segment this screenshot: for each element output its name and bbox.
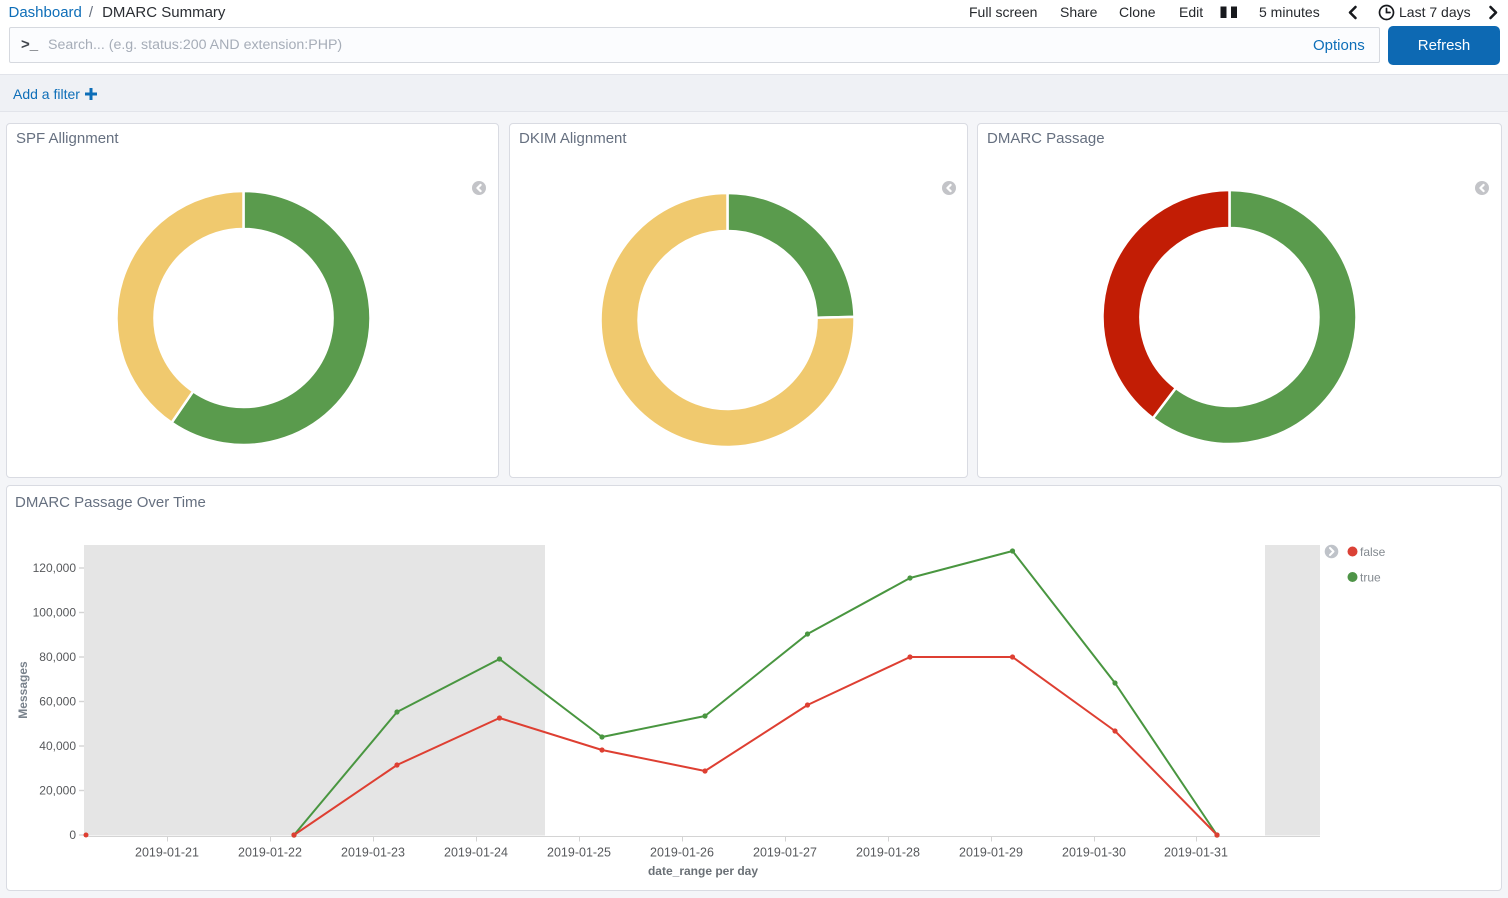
svg-text:Messages: Messages bbox=[16, 661, 30, 719]
svg-text:2019-01-29: 2019-01-29 bbox=[959, 846, 1023, 860]
svg-text:80,000: 80,000 bbox=[39, 650, 76, 664]
svg-text:date_range per day: date_range per day bbox=[648, 864, 758, 878]
svg-text:20,000: 20,000 bbox=[39, 784, 76, 798]
svg-text:100,000: 100,000 bbox=[33, 606, 77, 620]
svg-text:2019-01-23: 2019-01-23 bbox=[341, 846, 405, 860]
svg-text:40,000: 40,000 bbox=[39, 739, 76, 753]
svg-text:60,000: 60,000 bbox=[39, 695, 76, 709]
svg-text:2019-01-28: 2019-01-28 bbox=[856, 846, 920, 860]
svg-text:2019-01-30: 2019-01-30 bbox=[1062, 846, 1126, 860]
svg-text:true: true bbox=[1360, 571, 1381, 585]
svg-text:120,000: 120,000 bbox=[33, 561, 77, 575]
svg-text:false: false bbox=[1360, 545, 1386, 559]
svg-text:2019-01-26: 2019-01-26 bbox=[650, 846, 714, 860]
svg-text:2019-01-21: 2019-01-21 bbox=[135, 846, 199, 860]
svg-text:2019-01-25: 2019-01-25 bbox=[547, 846, 611, 860]
svg-text:2019-01-31: 2019-01-31 bbox=[1164, 846, 1228, 860]
svg-text:2019-01-24: 2019-01-24 bbox=[444, 846, 508, 860]
svg-text:2019-01-22: 2019-01-22 bbox=[238, 846, 302, 860]
svg-text:2019-01-27: 2019-01-27 bbox=[753, 846, 817, 860]
svg-text:0: 0 bbox=[69, 828, 76, 842]
